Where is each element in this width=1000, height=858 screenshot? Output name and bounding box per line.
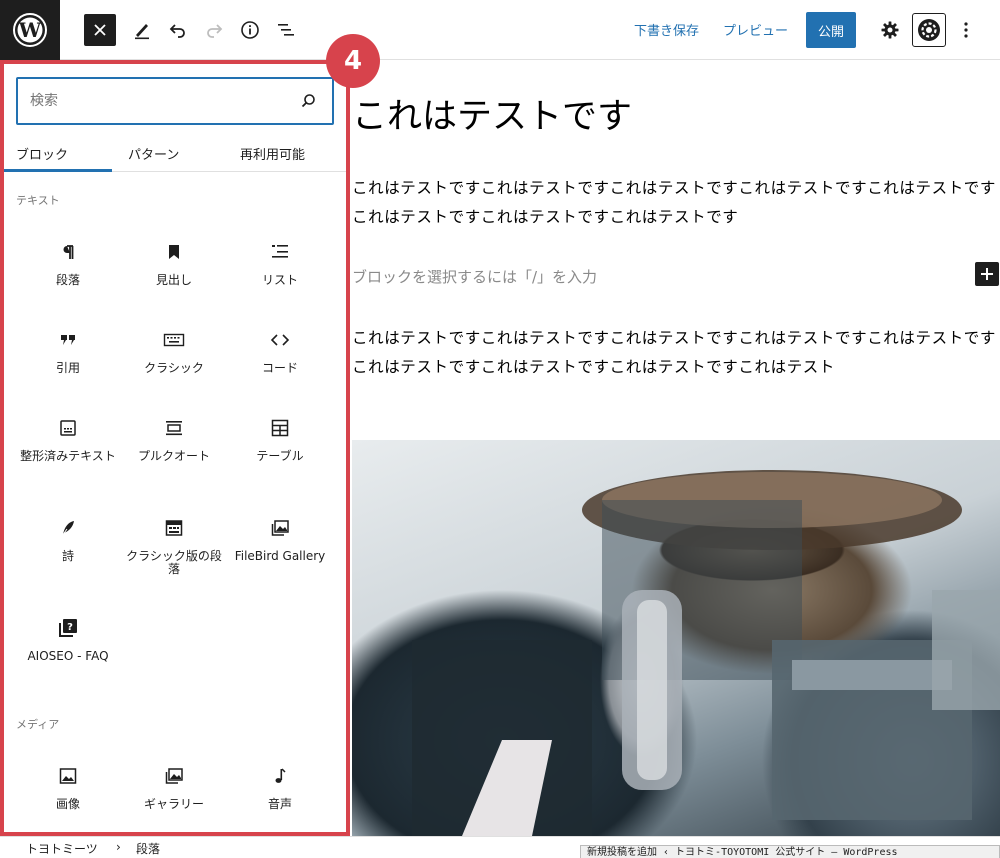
- options-menu-button[interactable]: [950, 14, 982, 46]
- plus-icon: [981, 268, 993, 280]
- redo-button[interactable]: [198, 14, 230, 46]
- block-label: 音声: [267, 797, 292, 811]
- redo-icon: [207, 24, 223, 38]
- breadcrumb-separator: ›: [116, 840, 121, 854]
- block-heading[interactable]: 見出し: [124, 240, 224, 287]
- block-image[interactable]: 画像: [18, 764, 118, 811]
- gallery-icon: [230, 516, 330, 540]
- block-filebird-gallery[interactable]: FileBird Gallery: [230, 516, 330, 563]
- quote-icon: [18, 328, 118, 352]
- add-block-button[interactable]: [975, 262, 999, 286]
- details-button[interactable]: [234, 14, 266, 46]
- feather-icon: [18, 516, 118, 540]
- editor-toolbar: W 下書き保存 プレビュー 公開: [0, 0, 1000, 60]
- block-audio[interactable]: 音声: [230, 764, 330, 811]
- block-search[interactable]: [16, 77, 334, 125]
- block-gallery[interactable]: ギャラリー: [124, 764, 224, 811]
- paragraph-block[interactable]: これはテストですこれはテストですこれはテストですこれはテストですこれはテストです…: [352, 324, 997, 382]
- close-inserter-button[interactable]: [84, 14, 116, 46]
- block-quote[interactable]: 引用: [18, 328, 118, 375]
- block-label: 見出し: [155, 273, 192, 287]
- block-code[interactable]: コード: [230, 328, 330, 375]
- image-block-machine-photo[interactable]: [352, 440, 1000, 836]
- info-icon: [241, 21, 259, 39]
- gallery-icon: [124, 764, 224, 788]
- edit-tool-button[interactable]: [126, 14, 158, 46]
- block-label: コード: [261, 361, 298, 375]
- list-icon: [230, 240, 330, 264]
- block-pullquote[interactable]: プルクオート: [124, 416, 224, 463]
- block-classic-paragraph[interactable]: クラシック版の段落: [124, 516, 224, 576]
- tab-reusable[interactable]: 再利用可能: [240, 144, 305, 163]
- plugin-gear-icon: [918, 19, 940, 41]
- block-label: クラシック: [144, 361, 204, 375]
- category-title-text: テキスト: [16, 194, 60, 207]
- table-icon: [230, 416, 330, 440]
- machine-photo-shapes: [412, 470, 1000, 836]
- block-aioseo-faq[interactable]: ? AIOSEO - FAQ: [18, 616, 118, 663]
- bookmark-icon: [124, 240, 224, 264]
- code-icon: [230, 328, 330, 352]
- paragraph-block[interactable]: これはテストですこれはテストですこれはテストですこれはテストですこれはテストです…: [352, 174, 997, 232]
- block-label: AIOSEO - FAQ: [27, 649, 109, 663]
- block-label: テーブル: [256, 449, 304, 463]
- image-icon: [18, 764, 118, 788]
- block-paragraph[interactable]: 段落: [18, 240, 118, 287]
- block-search-input[interactable]: [30, 91, 280, 111]
- block-label: 画像: [55, 797, 80, 811]
- block-list[interactable]: リスト: [230, 240, 330, 287]
- block-label: プルクオート: [137, 449, 210, 463]
- tab-blocks[interactable]: ブロック: [16, 144, 68, 163]
- plugin-settings-button[interactable]: [912, 13, 946, 47]
- window-title-tooltip: 新規投稿を追加 ‹ トヨトミ-TOYOTOMI 公式サイト — WordPres…: [580, 845, 1000, 858]
- save-draft-button[interactable]: 下書き保存: [634, 20, 699, 39]
- inserter-tabs: ブロック パターン 再利用可能: [4, 130, 346, 172]
- preview-button[interactable]: プレビュー: [723, 20, 788, 39]
- block-label: 整形済みテキスト: [20, 449, 116, 463]
- block-label: 引用: [55, 361, 80, 375]
- block-label: 段落: [55, 273, 80, 287]
- post-title[interactable]: これはテストです: [352, 88, 632, 139]
- pencil-icon: [135, 24, 149, 40]
- publish-button[interactable]: 公開: [806, 12, 856, 48]
- svg-text:?: ?: [67, 622, 73, 633]
- close-icon: [94, 24, 106, 36]
- classic-paragraph-icon: [124, 516, 224, 540]
- block-label: クラシック版の段落: [126, 549, 222, 576]
- preformatted-icon: [18, 416, 118, 440]
- block-preformatted[interactable]: 整形済みテキスト: [18, 416, 118, 463]
- gear-icon: [881, 21, 899, 39]
- active-tab-indicator: [4, 169, 112, 172]
- list-view-icon: [278, 24, 294, 36]
- undo-button[interactable]: [162, 14, 194, 46]
- block-label: ギャラリー: [143, 797, 204, 811]
- block-table[interactable]: テーブル: [230, 416, 330, 463]
- tab-patterns[interactable]: パターン: [128, 144, 179, 163]
- pullquote-icon: [124, 416, 224, 440]
- faq-icon: ?: [18, 616, 118, 640]
- list-view-button[interactable]: [270, 14, 302, 46]
- category-title-media: メディア: [16, 718, 60, 731]
- block-label: リスト: [261, 273, 298, 287]
- paragraph-icon: [18, 240, 118, 264]
- breadcrumb-document[interactable]: トヨトミーツ: [26, 840, 98, 857]
- block-inserter-panel: ブロック パターン 再利用可能 テキスト 段落 見出し リスト 引用 クラシック: [0, 60, 350, 836]
- search-icon: [298, 91, 318, 115]
- block-label: FileBird Gallery: [234, 549, 326, 563]
- block-label: 詩: [61, 549, 74, 563]
- more-vertical-icon: [964, 22, 968, 38]
- editor-canvas: これはテストです これはテストですこれはテストですこれはテストですこれはテストで…: [352, 60, 1000, 836]
- undo-icon: [169, 24, 185, 38]
- empty-block-placeholder[interactable]: ブロックを選択するには「/」を入力: [352, 266, 597, 287]
- block-breadcrumb-bar: トヨトミーツ › 段落 新規投稿を追加 ‹ トヨトミ-TOYOTOMI 公式サイ…: [0, 836, 1000, 858]
- block-classic[interactable]: クラシック: [124, 328, 224, 375]
- keyboard-icon: [124, 328, 224, 352]
- block-verse[interactable]: 詩: [18, 516, 118, 563]
- breadcrumb-paragraph[interactable]: 段落: [136, 840, 160, 857]
- audio-icon: [230, 764, 330, 788]
- wordpress-icon: W: [13, 13, 47, 47]
- settings-button[interactable]: [874, 14, 906, 46]
- wordpress-logo[interactable]: W: [0, 0, 60, 60]
- svg-text:W: W: [18, 18, 42, 42]
